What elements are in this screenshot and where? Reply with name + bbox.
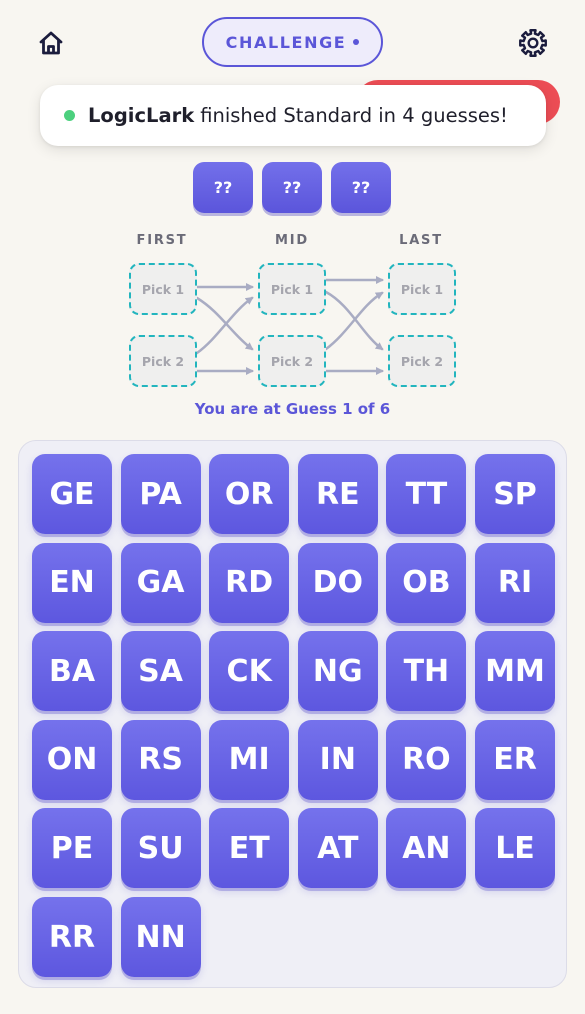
letter-tile-ga[interactable]: GA bbox=[120, 542, 201, 623]
letter-tile-nn[interactable]: NN bbox=[120, 897, 201, 977]
letter-tile-ck[interactable]: CK bbox=[209, 631, 290, 712]
letter-tile-en[interactable]: EN bbox=[32, 542, 112, 623]
letter-tile-at[interactable]: AT bbox=[297, 808, 378, 889]
letter-tile-an[interactable]: AN bbox=[386, 808, 467, 889]
letter-tile-rd[interactable]: RD bbox=[209, 542, 290, 623]
letter-tile-sa[interactable]: SA bbox=[120, 631, 201, 712]
letter-tile-mm[interactable]: MM bbox=[475, 631, 555, 712]
letter-tile-pa[interactable]: PA bbox=[120, 454, 201, 534]
letter-tile-ba[interactable]: BA bbox=[32, 631, 112, 712]
letter-tile-ge[interactable]: GE bbox=[32, 454, 112, 534]
letter-tile-re[interactable]: RE bbox=[297, 454, 378, 534]
letter-tile-ri[interactable]: RI bbox=[475, 542, 555, 623]
first-pick-1-slot[interactable]: Pick 1 bbox=[129, 263, 197, 315]
letter-tile-ng[interactable]: NG bbox=[297, 631, 378, 712]
letter-tile-tt[interactable]: TT bbox=[386, 454, 467, 534]
mode-indicator-dot bbox=[353, 39, 360, 45]
toast-username: LogicLark bbox=[88, 104, 195, 127]
letter-tile-rs[interactable]: RS bbox=[120, 719, 201, 800]
letter-tile-le[interactable]: LE bbox=[475, 808, 555, 889]
letter-tile-rr[interactable]: RR bbox=[32, 897, 112, 977]
guess-status-text: You are at Guess 1 of 6 bbox=[194, 400, 391, 418]
column-label-first: FIRST bbox=[136, 233, 188, 248]
tile-board: GE PA OR RE TT SP EN GA RD DO OB RI BA SA CK NG TH MM ON RS… bbox=[18, 440, 567, 988]
column-label-last: LAST bbox=[399, 233, 443, 248]
answer-slot-1: ?? bbox=[193, 162, 253, 213]
answer-slots: ?? ?? ?? bbox=[193, 162, 391, 213]
arrow-first1-mid2 bbox=[195, 296, 254, 351]
home-button[interactable] bbox=[34, 26, 68, 60]
mid-pick-1-slot[interactable]: Pick 1 bbox=[258, 263, 326, 315]
letter-tile-in[interactable]: IN bbox=[297, 719, 378, 800]
letter-tile-pe[interactable]: PE bbox=[32, 808, 112, 889]
answer-slot-2: ?? bbox=[262, 162, 322, 213]
toast-message: finished Standard in 4 guesses! bbox=[200, 104, 508, 127]
arrow-first2-mid1 bbox=[195, 296, 254, 355]
last-pick-1-slot[interactable]: Pick 1 bbox=[388, 263, 456, 315]
gear-icon bbox=[519, 29, 547, 57]
column-label-mid: MID bbox=[275, 233, 309, 248]
arrow-mid1-last2 bbox=[324, 290, 384, 351]
mode-label: CHALLENGE bbox=[225, 32, 347, 52]
first-pick-2-slot[interactable]: Pick 2 bbox=[129, 335, 197, 387]
letter-tile-do[interactable]: DO bbox=[297, 542, 378, 623]
last-pick-2-slot[interactable]: Pick 2 bbox=[388, 335, 456, 387]
activity-toast: LogicLark finished Standard in 4 guesses… bbox=[40, 85, 546, 146]
answer-slot-3: ?? bbox=[331, 162, 391, 213]
home-icon bbox=[39, 31, 63, 55]
letter-tile-su[interactable]: SU bbox=[120, 808, 201, 889]
letter-tile-th[interactable]: TH bbox=[386, 631, 467, 712]
arrow-mid2-last1 bbox=[324, 291, 384, 351]
letter-tile-on[interactable]: ON bbox=[32, 719, 112, 800]
online-status-dot bbox=[64, 110, 75, 121]
settings-button[interactable] bbox=[516, 26, 550, 60]
letter-tile-or[interactable]: OR bbox=[209, 454, 290, 534]
letter-tile-sp[interactable]: SP bbox=[475, 454, 555, 534]
letter-tile-ro[interactable]: RO bbox=[386, 719, 467, 800]
mode-selector-button[interactable]: CHALLENGE bbox=[202, 17, 383, 67]
mid-pick-2-slot[interactable]: Pick 2 bbox=[258, 335, 326, 387]
letter-tile-et[interactable]: ET bbox=[209, 808, 290, 889]
letter-tile-mi[interactable]: MI bbox=[209, 719, 290, 800]
letter-tile-er[interactable]: ER bbox=[475, 719, 555, 800]
letter-tile-ob[interactable]: OB bbox=[386, 542, 467, 623]
